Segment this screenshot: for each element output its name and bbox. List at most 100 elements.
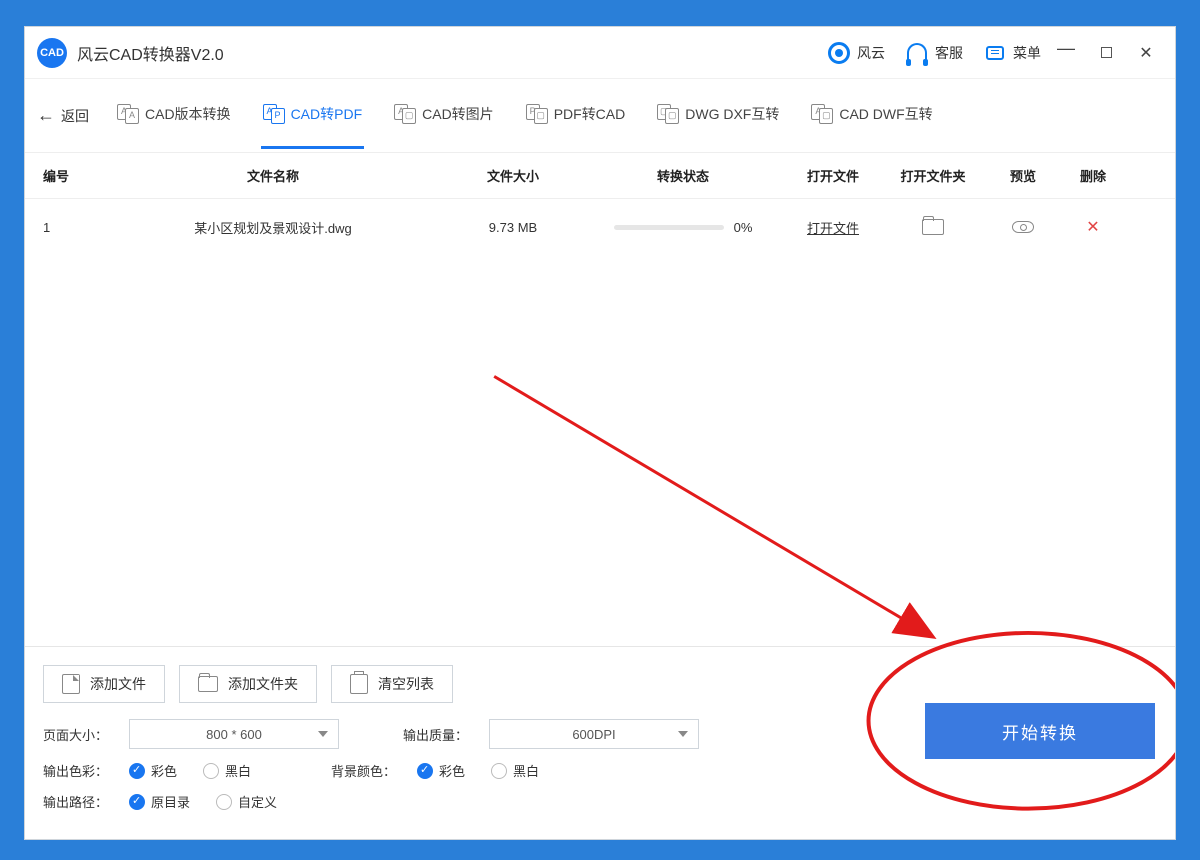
tab-icon: P▢ <box>526 104 548 124</box>
bg-label: 背景颜色： <box>331 761 407 780</box>
delete-icon[interactable]: ✕ <box>1086 219 1099 236</box>
tab-icon: ▢▢ <box>657 104 679 124</box>
radio-label: 黑白 <box>225 761 251 780</box>
radio-icon <box>203 763 219 779</box>
tab-label: DWG DXF互转 <box>685 104 779 124</box>
tab-label: CAD版本转换 <box>145 104 231 124</box>
empty-area <box>25 255 1175 646</box>
color-bw-radio[interactable]: 黑白 <box>203 761 251 780</box>
progress-bar <box>614 225 724 230</box>
cell-size: 9.73 MB <box>443 220 583 235</box>
quality-select[interactable]: 600DPI <box>489 719 699 749</box>
add-file-button[interactable]: 添加文件 <box>43 665 165 703</box>
radio-label: 黑白 <box>513 761 539 780</box>
open-folder-icon[interactable] <box>922 219 944 235</box>
cell-state: 0% <box>583 220 783 235</box>
preview-icon[interactable] <box>1012 221 1034 233</box>
folder-icon <box>198 676 218 692</box>
th-open: 打开文件 <box>783 166 883 185</box>
window-close-button[interactable]: ✕ <box>1131 38 1161 68</box>
window-maximize-button[interactable] <box>1091 38 1121 68</box>
th-prev: 预览 <box>983 166 1063 185</box>
th-state: 转换状态 <box>583 166 783 185</box>
menu-icon <box>983 41 1007 65</box>
table-header: 编号 文件名称 文件大小 转换状态 打开文件 打开文件夹 预览 删除 <box>25 153 1175 199</box>
color-label: 输出色彩： <box>43 761 119 780</box>
radio-label: 彩色 <box>439 761 465 780</box>
options-row-3: 输出路径： 原目录 自定义 <box>43 792 1157 811</box>
radio-label: 彩色 <box>151 761 177 780</box>
fengyun-icon <box>827 41 851 65</box>
page-size-label: 页面大小： <box>43 725 119 744</box>
file-icon <box>62 674 80 694</box>
tab-cad-to-image[interactable]: A▢ CAD转图片 <box>392 82 496 149</box>
app-logo-icon: CAD <box>37 38 67 68</box>
radio-label: 自定义 <box>238 792 277 811</box>
tab-label: PDF转CAD <box>554 104 626 124</box>
open-file-link[interactable]: 打开文件 <box>807 221 859 236</box>
menu-button[interactable]: 菜单 <box>983 41 1041 65</box>
page-size-value: 800 * 600 <box>206 727 262 742</box>
tab-pdf-to-cad[interactable]: P▢ PDF转CAD <box>524 82 628 149</box>
chevron-down-icon <box>678 731 688 737</box>
bg-color-radio[interactable]: 彩色 <box>417 761 465 780</box>
add-folder-label: 添加文件夹 <box>228 674 298 694</box>
radio-icon <box>417 763 433 779</box>
th-no: 编号 <box>43 166 103 185</box>
radio-icon <box>491 763 507 779</box>
tab-cad-to-pdf[interactable]: AP CAD转PDF <box>261 82 365 149</box>
th-size: 文件大小 <box>443 166 583 185</box>
th-del: 删除 <box>1063 166 1123 185</box>
back-label: 返回 <box>61 106 89 126</box>
tab-cad-version[interactable]: AA CAD版本转换 <box>115 82 233 149</box>
app-window: CAD 风云CAD转换器V2.0 风云 客服 菜单 — ✕ ← 返回 AA CA… <box>24 26 1176 840</box>
radio-icon <box>216 794 232 810</box>
cell-no: 1 <box>43 220 103 235</box>
chevron-down-icon <box>318 731 328 737</box>
options-row-2: 输出色彩： 彩色 黑白 背景颜色： 彩色 黑白 <box>43 761 1157 780</box>
action-button-row: 添加文件 添加文件夹 清空列表 <box>43 665 1157 703</box>
add-folder-button[interactable]: 添加文件夹 <box>179 665 317 703</box>
page-size-select[interactable]: 800 * 600 <box>129 719 339 749</box>
maximize-icon <box>1101 47 1112 58</box>
tab-icon: A▢ <box>394 104 416 124</box>
radio-icon <box>129 794 145 810</box>
bg-bw-radio[interactable]: 黑白 <box>491 761 539 780</box>
start-convert-button[interactable]: 开始转换 <box>925 703 1155 759</box>
tab-icon: AP <box>263 104 285 124</box>
support-label: 客服 <box>935 43 963 63</box>
menu-label: 菜单 <box>1013 43 1041 63</box>
path-custom-radio[interactable]: 自定义 <box>216 792 277 811</box>
bottom-panel: 添加文件 添加文件夹 清空列表 页面大小： 800 * 600 输出质量： <box>25 646 1175 839</box>
clear-list-label: 清空列表 <box>378 674 434 694</box>
title-bar: CAD 风云CAD转换器V2.0 风云 客服 菜单 — ✕ <box>25 27 1175 79</box>
tabs: AA CAD版本转换 AP CAD转PDF A▢ CAD转图片 P▢ PDF转C… <box>115 82 1167 149</box>
brand-link[interactable]: 风云 <box>827 41 885 65</box>
app-title: 风云CAD转换器V2.0 <box>77 41 224 65</box>
th-name: 文件名称 <box>103 166 443 185</box>
back-arrow-icon: ← <box>37 105 55 126</box>
path-orig-radio[interactable]: 原目录 <box>129 792 190 811</box>
tab-label: CAD转图片 <box>422 104 494 124</box>
headset-icon <box>905 41 929 65</box>
tab-icon: AA <box>117 104 139 124</box>
progress-pct: 0% <box>734 220 753 235</box>
clear-list-button[interactable]: 清空列表 <box>331 665 453 703</box>
support-link[interactable]: 客服 <box>905 41 963 65</box>
window-minimize-button[interactable]: — <box>1051 34 1081 64</box>
brand-label: 风云 <box>857 43 885 63</box>
tab-icon: A▢ <box>811 104 833 124</box>
tab-dwg-dxf[interactable]: ▢▢ DWG DXF互转 <box>655 82 781 149</box>
cell-name: 某小区规划及景观设计.dwg <box>103 218 443 237</box>
radio-icon <box>129 763 145 779</box>
back-button[interactable]: ← 返回 <box>37 105 89 126</box>
add-file-label: 添加文件 <box>90 674 146 694</box>
trash-icon <box>350 674 368 694</box>
path-label: 输出路径： <box>43 792 119 811</box>
color-color-radio[interactable]: 彩色 <box>129 761 177 780</box>
tab-bar: ← 返回 AA CAD版本转换 AP CAD转PDF A▢ CAD转图片 P▢ … <box>25 79 1175 153</box>
tab-label: CAD转PDF <box>291 104 363 124</box>
tab-cad-dwf[interactable]: A▢ CAD DWF互转 <box>809 82 934 149</box>
table-row: 1 某小区规划及景观设计.dwg 9.73 MB 0% 打开文件 ✕ <box>25 199 1175 255</box>
quality-value: 600DPI <box>572 727 615 742</box>
